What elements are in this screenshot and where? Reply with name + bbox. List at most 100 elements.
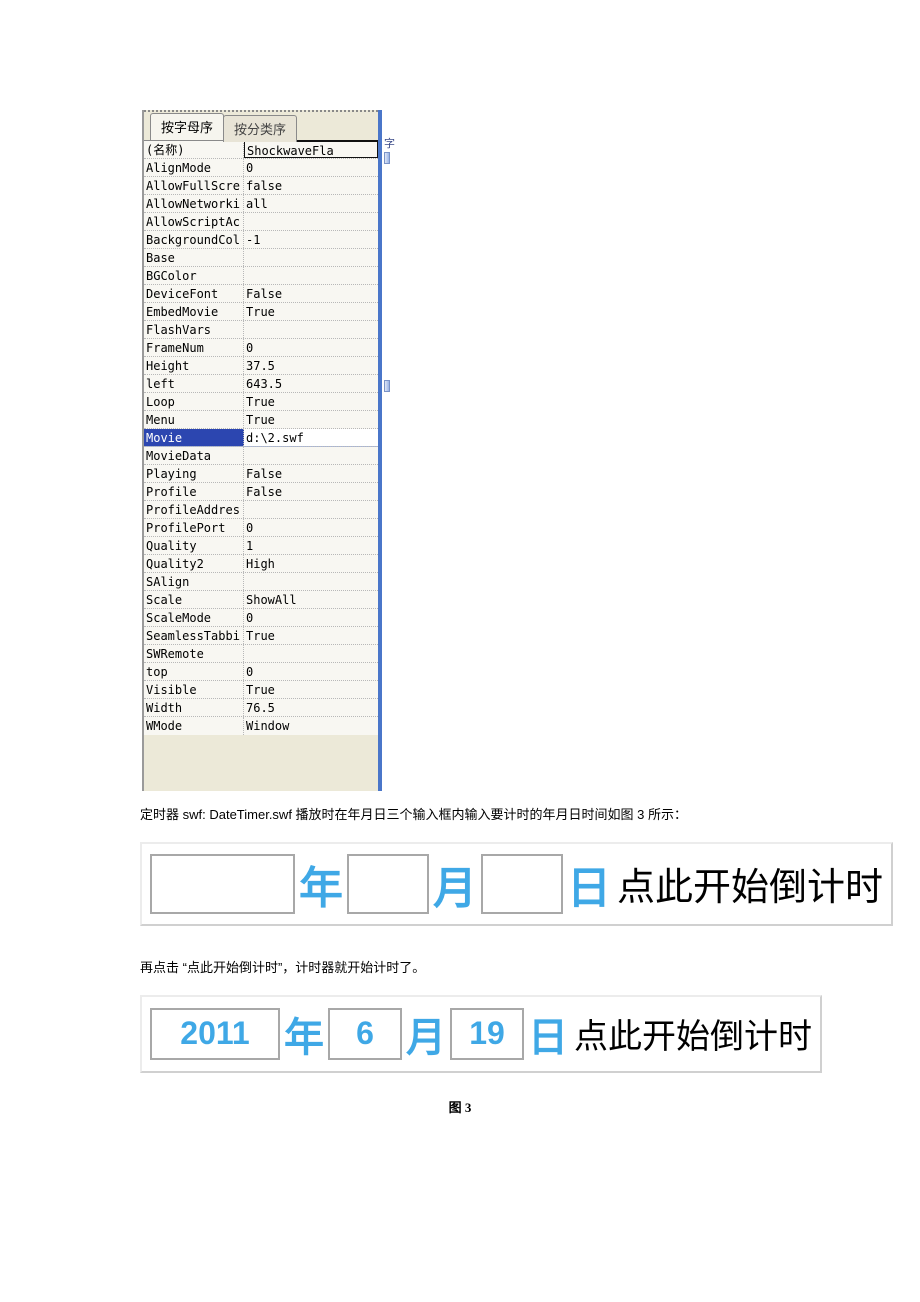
property-value[interactable]: 0: [244, 339, 378, 356]
property-row[interactable]: EmbedMovieTrue: [144, 303, 378, 321]
tab-alphabetical[interactable]: 按字母序: [150, 113, 224, 140]
property-name: AllowNetworki: [144, 195, 244, 212]
property-value[interactable]: True: [244, 411, 378, 428]
property-value[interactable]: True: [244, 303, 378, 320]
property-row[interactable]: SAlign: [144, 573, 378, 591]
property-value[interactable]: 0: [244, 519, 378, 536]
property-name: EmbedMovie: [144, 303, 244, 320]
property-row[interactable]: Width76.5: [144, 699, 378, 717]
property-value[interactable]: False: [244, 285, 378, 302]
property-value[interactable]: [244, 645, 378, 662]
property-value[interactable]: 76.5: [244, 699, 378, 716]
property-row[interactable]: ProfileFalse: [144, 483, 378, 501]
start-countdown-link[interactable]: 点此开始倒计时: [615, 856, 883, 911]
date-timer-empty: 年 月 日 点此开始倒计时: [140, 842, 893, 926]
property-name: Scale: [144, 591, 244, 608]
property-value[interactable]: false: [244, 177, 378, 194]
property-row[interactable]: SWRemote: [144, 645, 378, 663]
property-name: left: [144, 375, 244, 392]
property-row[interactable]: ProfilePort0: [144, 519, 378, 537]
property-value[interactable]: True: [244, 681, 378, 698]
property-row[interactable]: left643.5: [144, 375, 378, 393]
property-row[interactable]: SeamlessTabbiTrue: [144, 627, 378, 645]
month-input[interactable]: 6: [328, 1008, 402, 1060]
property-value[interactable]: all: [244, 195, 378, 212]
property-row[interactable]: MovieData: [144, 447, 378, 465]
property-value[interactable]: ShowAll: [244, 591, 378, 608]
start-countdown-link[interactable]: 点此开始倒计时: [572, 1009, 812, 1058]
property-name: MovieData: [144, 447, 244, 464]
property-row[interactable]: Movied:\2.swf: [144, 429, 378, 447]
property-row[interactable]: ProfileAddres: [144, 501, 378, 519]
property-row[interactable]: top0: [144, 663, 378, 681]
figure-caption: 图 3: [140, 1097, 780, 1116]
property-value[interactable]: Window: [244, 717, 378, 735]
property-value[interactable]: True: [244, 627, 378, 644]
property-row[interactable]: AllowNetworkiall: [144, 195, 378, 213]
gutter-bar-icon: [384, 380, 390, 392]
properties-panel: 按字母序 按分类序 (名称)ShockwaveFlaAlignMode0Allo…: [142, 110, 382, 791]
property-grid: (名称)ShockwaveFlaAlignMode0AllowFullScref…: [144, 140, 378, 735]
property-row[interactable]: BackgroundCol-1: [144, 231, 378, 249]
property-name: Loop: [144, 393, 244, 410]
property-row[interactable]: LoopTrue: [144, 393, 378, 411]
property-row[interactable]: PlayingFalse: [144, 465, 378, 483]
property-value[interactable]: [244, 249, 378, 266]
property-name: SWRemote: [144, 645, 244, 662]
property-value[interactable]: 643.5: [244, 375, 378, 392]
property-row[interactable]: BGColor: [144, 267, 378, 285]
property-name: (名称): [144, 141, 244, 158]
property-name: Width: [144, 699, 244, 716]
property-row[interactable]: MenuTrue: [144, 411, 378, 429]
paragraph-instruction-1: 定时器 swf: DateTimer.swf 播放时在年月日三个输入框内输入要计…: [140, 805, 780, 826]
property-value[interactable]: [244, 321, 378, 338]
property-value[interactable]: [244, 573, 378, 590]
year-input[interactable]: [150, 854, 295, 914]
year-input[interactable]: 2011: [150, 1008, 280, 1060]
property-value[interactable]: 0: [244, 159, 378, 176]
tab-categorized[interactable]: 按分类序: [223, 115, 297, 142]
property-name: AllowScriptAc: [144, 213, 244, 230]
property-name: BackgroundCol: [144, 231, 244, 248]
property-row[interactable]: DeviceFontFalse: [144, 285, 378, 303]
day-input[interactable]: [481, 854, 563, 914]
property-value[interactable]: -1: [244, 231, 378, 248]
property-row[interactable]: ScaleShowAll: [144, 591, 378, 609]
property-row[interactable]: WModeWindow: [144, 717, 378, 735]
property-value[interactable]: ShockwaveFla: [244, 140, 378, 158]
property-row[interactable]: Height37.5: [144, 357, 378, 375]
property-row[interactable]: Base: [144, 249, 378, 267]
month-input[interactable]: [347, 854, 429, 914]
property-value[interactable]: 1: [244, 537, 378, 554]
property-row[interactable]: VisibleTrue: [144, 681, 378, 699]
property-value[interactable]: 0: [244, 663, 378, 680]
property-value[interactable]: [244, 501, 378, 518]
property-value[interactable]: d:\2.swf: [244, 429, 378, 446]
property-value[interactable]: [244, 213, 378, 230]
property-row[interactable]: AlignMode0: [144, 159, 378, 177]
property-value[interactable]: True: [244, 393, 378, 410]
property-row[interactable]: Quality1: [144, 537, 378, 555]
property-row[interactable]: (名称)ShockwaveFla: [144, 141, 378, 159]
property-value[interactable]: False: [244, 483, 378, 500]
day-input[interactable]: 19: [450, 1008, 524, 1060]
property-name: SAlign: [144, 573, 244, 590]
property-row[interactable]: Quality2High: [144, 555, 378, 573]
property-name: top: [144, 663, 244, 680]
property-name: Playing: [144, 465, 244, 482]
property-row[interactable]: ScaleMode0: [144, 609, 378, 627]
property-row[interactable]: FlashVars: [144, 321, 378, 339]
property-name: WMode: [144, 717, 244, 735]
property-value[interactable]: 0: [244, 609, 378, 626]
property-value[interactable]: High: [244, 555, 378, 572]
property-row[interactable]: FrameNum0: [144, 339, 378, 357]
property-row[interactable]: AllowScriptAc: [144, 213, 378, 231]
property-value[interactable]: False: [244, 465, 378, 482]
property-name: FlashVars: [144, 321, 244, 338]
property-value[interactable]: [244, 267, 378, 284]
property-value[interactable]: [244, 447, 378, 464]
property-value[interactable]: 37.5: [244, 357, 378, 374]
property-name: Base: [144, 249, 244, 266]
property-row[interactable]: AllowFullScrefalse: [144, 177, 378, 195]
year-label: 年: [295, 852, 347, 916]
